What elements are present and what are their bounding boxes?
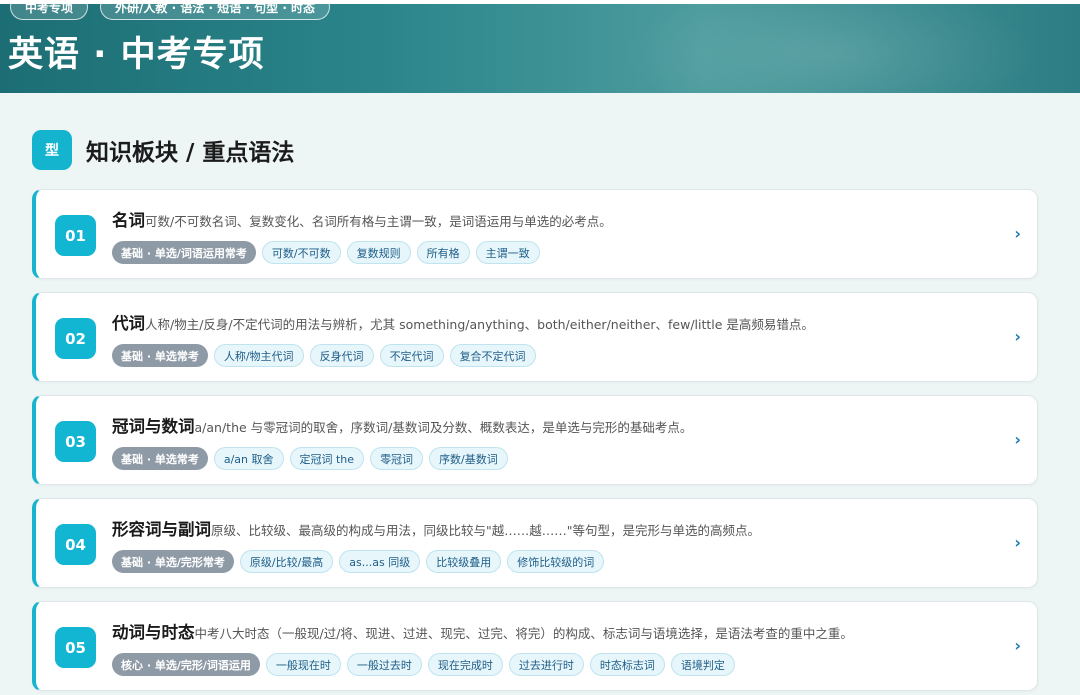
topic-tag[interactable]: 定冠词 the: [289, 447, 365, 470]
card-tags: 基础 · 单选常考 人称/物主代词 反身代词 不定代词 复合不定代词: [112, 344, 536, 367]
section-badge: 型: [32, 130, 72, 170]
section-header: 型 知识板块 / 重点语法: [32, 130, 294, 170]
topic-tag[interactable]: 可数/不可数: [261, 241, 341, 264]
topic-tag[interactable]: as...as 同级: [339, 550, 421, 573]
topic-tag[interactable]: 时态标志词: [589, 653, 665, 676]
topic-card-list: 01 名词可数/不可数名词、复数变化、名词所有格与主谓一致，是词语运用与单选的必…: [32, 189, 1038, 695]
topic-tag[interactable]: 一般过去时: [346, 653, 422, 676]
topic-tag[interactable]: 复数规则: [346, 241, 411, 264]
page-title: 英语 · 中考专项: [8, 35, 265, 75]
card-tags: 基础 · 单选/完形常考 原级/比较/最高 as...as 同级 比较级叠用 修…: [112, 550, 605, 573]
card-title: 名词: [112, 211, 145, 230]
topic-tag[interactable]: 不定代词: [379, 344, 444, 367]
card-tags: 基础 · 单选/词语运用常考 可数/不可数 复数规则 所有格 主谓一致: [112, 241, 540, 264]
topic-tag[interactable]: 语境判定: [670, 653, 735, 676]
card-heading: 名词可数/不可数名词、复数变化、名词所有格与主谓一致，是词语运用与单选的必考点。: [112, 207, 612, 231]
card-title: 动词与时态: [112, 623, 195, 642]
topic-card-article-numeral[interactable]: 03 冠词与数词a/an/the 与零冠词的取舍，序数词/基数词及分数、概数表达…: [32, 395, 1038, 485]
topic-tag[interactable]: 复合不定代词: [449, 344, 536, 367]
level-tag: 基础 · 单选常考: [112, 447, 208, 470]
card-title: 形容词与副词: [112, 520, 211, 539]
card-heading: 形容词与副词原级、比较级、最高级的构成与用法，同级比较与"越……越……"等句型，…: [112, 516, 760, 540]
card-tags: 核心 · 单选/完形/词语运用 一般现在时 一般过去时 现在完成时 过去进行时 …: [112, 653, 735, 676]
chevron-right-icon[interactable]: ›: [1014, 224, 1021, 243]
topic-tag[interactable]: 修饰比较级的词: [507, 550, 605, 573]
level-tag: 基础 · 单选/完形常考: [112, 550, 234, 573]
section-title: 知识板块 / 重点语法: [86, 140, 295, 166]
card-description: 人称/物主/反身/不定代词的用法与辨析，尤其 something/anythin…: [145, 317, 814, 332]
card-title: 代词: [112, 314, 145, 333]
level-tag: 基础 · 单选常考: [112, 344, 208, 367]
topic-tag[interactable]: 人称/物主代词: [213, 344, 304, 367]
level-tag: 基础 · 单选/词语运用常考: [112, 241, 256, 264]
topic-tag[interactable]: 原级/比较/最高: [239, 550, 334, 573]
card-heading: 冠词与数词a/an/the 与零冠词的取舍，序数词/基数词及分数、概数表达，是单…: [112, 413, 692, 437]
topic-card-verb-tense[interactable]: 05 动词与时态中考八大时态（一般现/过/将、现进、过进、现完、过完、将完）的构…: [32, 601, 1038, 691]
topic-card-adjective-adverb[interactable]: 04 形容词与副词原级、比较级、最高级的构成与用法，同级比较与"越……越……"等…: [32, 498, 1038, 588]
topic-tag[interactable]: 一般现在时: [265, 653, 341, 676]
topic-tag[interactable]: 所有格: [416, 241, 470, 264]
card-title: 冠词与数词: [112, 417, 195, 436]
chevron-right-icon[interactable]: ›: [1014, 430, 1021, 449]
card-heading: 代词人称/物主/反身/不定代词的用法与辨析，尤其 something/anyth…: [112, 310, 814, 334]
topic-tag[interactable]: 比较级叠用: [426, 550, 502, 573]
card-number: 05: [55, 627, 96, 668]
card-description: 可数/不可数名词、复数变化、名词所有格与主谓一致，是词语运用与单选的必考点。: [145, 214, 612, 229]
topic-tag[interactable]: 序数/基数词: [429, 447, 508, 470]
topic-tag[interactable]: 反身代词: [309, 344, 374, 367]
chevron-right-icon[interactable]: ›: [1014, 533, 1021, 552]
chevron-right-icon[interactable]: ›: [1014, 636, 1021, 655]
header-decoration: [620, 4, 1040, 93]
topic-tag[interactable]: 过去进行时: [508, 653, 584, 676]
topic-tag[interactable]: 零冠词: [370, 447, 424, 470]
header-banner: 中考专项 外研/人教 · 语法 · 短语 · 句型 · 时态 英语 · 中考专项: [0, 4, 1080, 93]
topic-card-noun[interactable]: 01 名词可数/不可数名词、复数变化、名词所有格与主谓一致，是词语运用与单选的必…: [32, 189, 1038, 279]
card-description: 原级、比较级、最高级的构成与用法，同级比较与"越……越……"等句型，是完形与单选…: [211, 523, 761, 538]
topic-tag[interactable]: 现在完成时: [427, 653, 503, 676]
card-number: 01: [55, 215, 96, 256]
card-heading: 动词与时态中考八大时态（一般现/过/将、现进、过进、现完、过完、将完）的构成、标…: [112, 619, 853, 643]
card-tags: 基础 · 单选常考 a/an 取舍 定冠词 the 零冠词 序数/基数词: [112, 447, 508, 470]
card-description: 中考八大时态（一般现/过/将、现进、过进、现完、过完、将完）的构成、标志词与语境…: [194, 626, 853, 641]
card-description: a/an/the 与零冠词的取舍，序数词/基数词及分数、概数表达，是单选与完形的…: [194, 420, 693, 435]
header-pill-row: 中考专项 外研/人教 · 语法 · 短语 · 句型 · 时态: [10, 4, 331, 20]
topic-card-pronoun[interactable]: 02 代词人称/物主/反身/不定代词的用法与辨析，尤其 something/an…: [32, 292, 1038, 382]
header-pill-topics[interactable]: 外研/人教 · 语法 · 短语 · 句型 · 时态: [100, 4, 331, 20]
card-number: 04: [55, 524, 96, 565]
chevron-right-icon[interactable]: ›: [1014, 327, 1021, 346]
level-tag: 核心 · 单选/完形/词语运用: [112, 653, 260, 676]
header-pill-exam[interactable]: 中考专项: [10, 4, 89, 20]
card-number: 02: [55, 318, 96, 359]
topic-tag[interactable]: 主谓一致: [475, 241, 540, 264]
topic-tag[interactable]: a/an 取舍: [213, 447, 284, 470]
card-number: 03: [55, 421, 96, 462]
